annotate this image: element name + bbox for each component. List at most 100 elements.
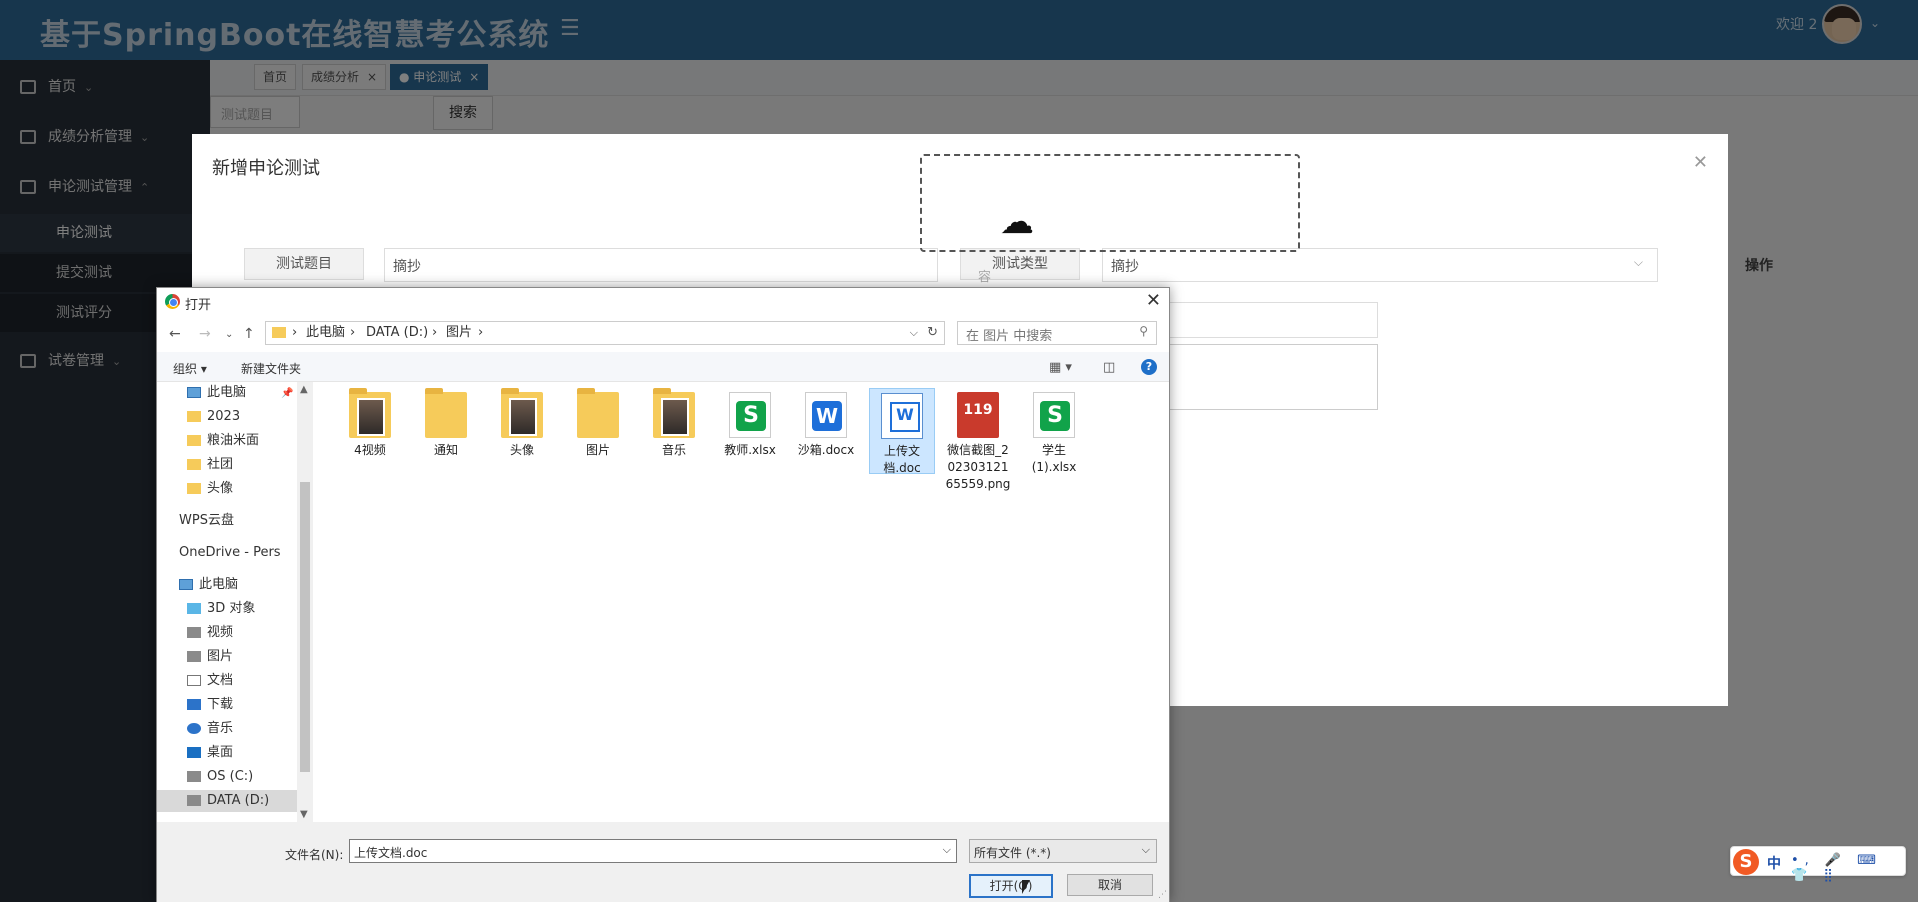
folder-icon [272,327,286,338]
breadcrumb-item[interactable]: 图片 [446,322,472,344]
tree-item[interactable]: 桌面 [187,742,233,764]
tree-item[interactable]: WPS云盘 [179,510,234,532]
file-item[interactable]: 头像 [489,388,555,459]
folder-photo-icon [501,388,543,438]
search-input[interactable]: 在 图片 中搜索 ⚲ [957,321,1157,345]
view-options-icon[interactable]: ▦ ▾ [1049,360,1072,375]
recent-chevron-icon[interactable]: ⌄ [225,329,233,340]
ime-language[interactable]: 中 [1767,853,1781,873]
new-folder-button[interactable]: 新建文件夹 [241,360,301,377]
tree-item[interactable]: 此电脑 [179,574,238,596]
close-icon[interactable]: ✕ [1693,152,1708,173]
tree-item[interactable]: DATA (D:) [157,790,297,812]
address-bar[interactable]: › 此电脑 › DATA (D:) › 图片 › ⌵ ↻ [265,321,945,345]
tree-item[interactable]: 此电脑 [187,382,246,404]
file-item[interactable]: 4视频 [337,388,403,459]
up-arrow-icon[interactable]: ↑ [243,326,255,342]
organize-button[interactable]: 组织 ▾ [173,360,207,377]
tree-item[interactable]: OneDrive - Pers [179,542,297,564]
spreadsheet-icon [729,392,771,438]
file-item[interactable]: 音乐 [641,388,707,459]
tree-item[interactable]: 图片 [187,646,233,668]
folder-photo-icon [653,388,695,438]
breadcrumb-item[interactable]: DATA (D:) [366,322,428,344]
music-icon [187,723,201,734]
file-item[interactable]: 上传文档.doc [869,388,935,475]
chevron-down-icon: ⌵ [1633,255,1643,269]
open-button[interactable]: 打开(O) [969,874,1053,898]
tree-item[interactable]: OS (C:) [187,766,253,788]
type-select-value: 摘抄 [1111,259,1139,275]
document-icon [187,675,201,686]
folder-icon [577,388,619,438]
folder-icon [187,459,201,470]
file-item[interactable]: 学生(1).xlsx [1021,388,1087,476]
pin-icon[interactable]: 📌 [281,388,293,399]
tree-item[interactable]: 3D 对象 [187,598,255,620]
file-item[interactable]: 通知 [413,388,479,459]
cloud-upload-icon: ☁ [1000,202,1034,242]
preview-pane-icon[interactable]: ◫ [1103,360,1115,375]
file-item[interactable]: 沙箱.docx [793,388,859,459]
navigation-pane: 此电脑 2023 粮油米面 社团 头像 WPS云盘 OneDrive - Per… [157,382,297,822]
filename-input[interactable]: 上传文档.doc ⌵ [349,839,957,863]
file-upload-area[interactable] [920,154,1300,252]
dialog-title: 打开 [185,298,212,313]
upload-tip: 容 [978,270,992,285]
dialog-footer: 文件名(N): 上传文档.doc ⌵ 所有文件 (*.*) ⌵ 打开(O) 取消 ⋰ [157,822,1169,902]
filetype-select[interactable]: 所有文件 (*.*) ⌵ [969,839,1157,863]
folder-icon [187,411,201,422]
cube-icon [187,603,201,614]
dialog-toolbar: 组织 ▾ 新建文件夹 ▦ ▾ ◫ ? [157,352,1169,382]
desktop-icon [187,747,201,758]
help-icon[interactable]: ? [1141,359,1157,375]
refresh-icon[interactable]: ↻ [927,322,938,344]
tree-item[interactable]: 社团 [187,454,233,476]
folder-icon [187,483,201,494]
picture-icon [187,651,201,662]
drive-icon [187,771,201,782]
file-item[interactable]: 教师.xlsx [717,388,783,459]
tree-item[interactable]: 粮油米面 [187,430,259,452]
tree-item[interactable]: 文档 [187,670,233,692]
drive-icon [187,795,201,806]
ime-toolbar: S 中 •, 🎤 ⌨ 👕 ⣿ [1730,846,1906,883]
ime-tools[interactable]: •, 🎤 ⌨ 👕 ⣿ [1791,853,1905,883]
chevron-down-icon[interactable]: ⌵ [910,322,918,344]
breadcrumb-item[interactable]: 此电脑 [306,322,345,344]
topic-input[interactable]: 摘抄 [384,248,938,282]
download-icon [187,699,201,710]
pc-icon [187,387,201,398]
search-icon: ⚲ [1139,324,1148,338]
word-icon [805,392,847,438]
pc-icon [179,579,193,590]
forward-arrow-icon[interactable]: → [199,326,211,342]
tree-item[interactable]: 视频 [187,622,233,644]
sogou-logo-icon[interactable]: S [1733,849,1759,875]
image-icon [957,392,999,438]
tree-scrollbar[interactable]: ▲ ▼ [297,382,313,822]
close-icon[interactable]: ✕ [1146,290,1161,311]
type-select[interactable]: 摘抄 ⌵ [1102,248,1658,282]
chevron-down-icon: ⌵ [1141,843,1150,856]
file-item[interactable]: 图片 [565,388,631,459]
spreadsheet-icon [1033,392,1075,438]
chevron-down-icon[interactable]: ⌵ [943,843,951,857]
tree-item[interactable]: 头像 [187,478,233,500]
tree-item[interactable]: 音乐 [187,718,233,740]
back-arrow-icon[interactable]: ← [169,326,181,342]
tree-item[interactable]: 2023 [187,406,240,428]
folder-icon [187,435,201,446]
open-file-dialog: 打开 ✕ ← → ⌄ ↑ › 此电脑 › DATA (D:) › 图片 › ⌵ … [156,287,1170,902]
resize-grip-icon[interactable]: ⋰ [1158,890,1167,900]
video-icon [187,627,201,638]
topic-label: 测试题目 [244,248,364,280]
filename-label: 文件名(N): [285,848,344,862]
file-list: 4视频 通知 头像 图片 音乐 教师.xlsx 沙箱.docx 上传文档.doc… [313,382,1169,822]
modal-title: 新增申论测试 [212,158,320,179]
tree-item[interactable]: 下载 [187,694,233,716]
cancel-button[interactable]: 取消 [1067,874,1153,896]
folder-icon [425,388,467,438]
file-item[interactable]: 微信截图_20230312165559.png [945,388,1011,493]
word-doc-icon [881,393,923,439]
